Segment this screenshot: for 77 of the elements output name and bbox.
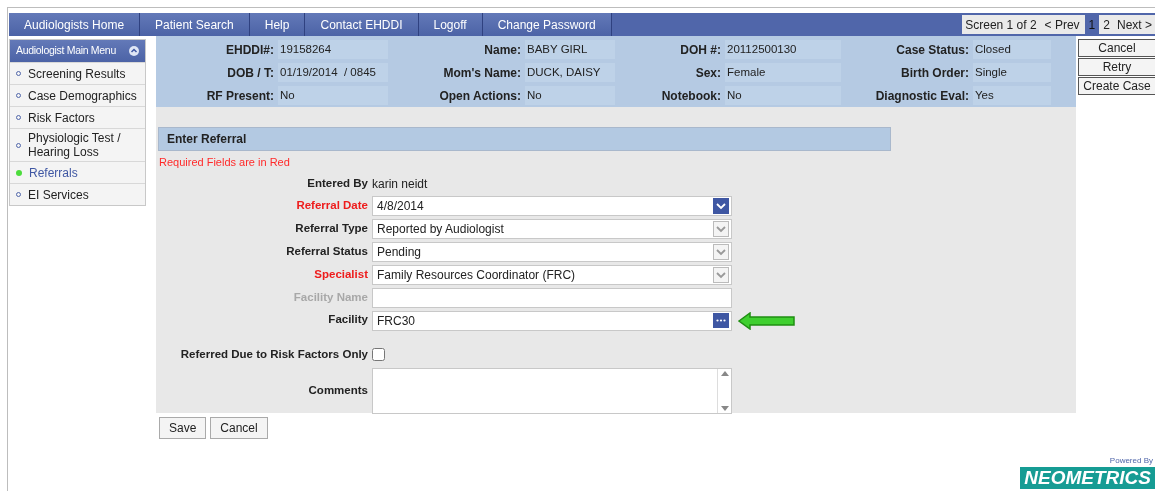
header-label: Sex: <box>694 66 722 79</box>
field-label: Referral Status <box>285 243 368 259</box>
sidebar-title: Audiologist Main Menu <box>16 43 116 59</box>
dropdown-icon[interactable] <box>713 266 729 283</box>
dropdown-icon[interactable] <box>713 243 729 260</box>
header-label: Notebook: <box>660 89 722 102</box>
header-label: Mom's Name: <box>442 66 522 79</box>
header-value: DUCK, DAISY <box>525 63 615 82</box>
sidebar-item[interactable]: Screening Results <box>10 62 145 84</box>
dropdown-icon[interactable] <box>713 197 729 214</box>
header-value: No <box>278 86 388 105</box>
next-link[interactable]: Next > <box>1114 15 1155 34</box>
header-label: RF Present: <box>205 89 275 102</box>
sidebar-item[interactable]: Case Demographics <box>10 84 145 106</box>
pager-label: Screen 1 of 2 <box>962 15 1045 34</box>
side-button[interactable]: Cancel <box>1078 39 1155 57</box>
header-value: 01/19/2014 / 0845 <box>278 63 388 82</box>
header-label: Case Status: <box>895 43 970 56</box>
field-label: Referral Type <box>294 220 368 236</box>
nav-link[interactable]: Audiologists Home <box>9 13 141 36</box>
select-field[interactable]: Pending <box>372 241 732 262</box>
collapse-icon[interactable] <box>129 46 139 56</box>
header-value: 19158264 <box>278 40 388 59</box>
header-value: No <box>725 86 841 105</box>
field-label: Referred Due to Risk Factors Only <box>179 346 368 362</box>
field-label: Entered By <box>306 175 368 191</box>
form-button[interactable]: Save <box>159 417 207 439</box>
powered-by-text: Powered By <box>1109 455 1154 467</box>
checkbox[interactable] <box>372 347 385 361</box>
sidebar-item[interactable]: Physiologic Test / Hearing Loss <box>10 128 145 161</box>
scroll-down-icon[interactable] <box>720 405 729 411</box>
header-label: Diagnostic Eval: <box>874 89 970 102</box>
header-value: Closed <box>973 40 1051 59</box>
field-label: Specialist <box>313 266 368 282</box>
select-field[interactable]: Reported by Audiologist <box>372 218 732 239</box>
header-label: Birth Order: <box>900 66 970 79</box>
page-link[interactable]: 2 <box>1099 15 1114 34</box>
nav-link[interactable]: Change Password <box>482 13 612 36</box>
side-button[interactable]: Create Case <box>1078 77 1155 95</box>
field-value: karin neidt <box>372 175 428 193</box>
sidebar-item[interactable]: Risk Factors <box>10 106 145 128</box>
nav-link[interactable]: Patient Search <box>140 13 250 36</box>
select-field[interactable]: Family Resources Coordinator (FRC) <box>372 264 732 285</box>
section-header: Enter Referral <box>158 127 891 151</box>
header-value: Female <box>725 63 841 82</box>
sidebar-item[interactable]: Referrals <box>10 161 145 183</box>
field-label: Facility <box>327 311 368 327</box>
comments-field[interactable] <box>372 367 732 414</box>
left-arrow-icon <box>738 311 796 330</box>
header-label: Open Actions: <box>438 89 522 102</box>
nav-link[interactable]: Help <box>249 13 306 36</box>
dropdown-icon[interactable] <box>713 220 729 237</box>
nav-link[interactable]: Contact EHDDI <box>305 13 419 36</box>
header-value: No <box>525 86 615 105</box>
header-label: DOB / T: <box>226 66 275 79</box>
side-button[interactable]: Retry <box>1078 58 1155 76</box>
sidebar-header[interactable]: Audiologist Main Menu <box>10 40 145 62</box>
header-value: Yes <box>973 86 1051 105</box>
header-value: Single <box>973 63 1051 82</box>
field-label: Facility Name <box>292 289 368 305</box>
header-label: Name: <box>483 43 522 56</box>
lookup-field[interactable]: FRC30 <box>372 310 732 331</box>
header-label: EHDDI#: <box>225 43 275 56</box>
sidebar-item[interactable]: EI Services <box>10 183 145 205</box>
required-note: Required Fields are in Red <box>158 155 291 170</box>
prev-link[interactable]: < Prev <box>1044 15 1085 34</box>
header-value: BABY GIRL <box>525 40 615 59</box>
scroll-up-icon[interactable] <box>720 370 729 376</box>
header-label: DOH #: <box>679 43 722 56</box>
field-label: Referral Date <box>295 197 368 213</box>
header-value: 20112500130 <box>725 40 841 59</box>
form-button[interactable]: Cancel <box>210 417 268 439</box>
field-label: Comments <box>307 383 368 399</box>
nav-link[interactable]: Logoff <box>418 13 483 36</box>
more-icon[interactable] <box>713 313 729 328</box>
date-field[interactable]: 4/8/2014 <box>372 195 732 216</box>
brand-logo: NEOMETRICS <box>1020 467 1155 489</box>
